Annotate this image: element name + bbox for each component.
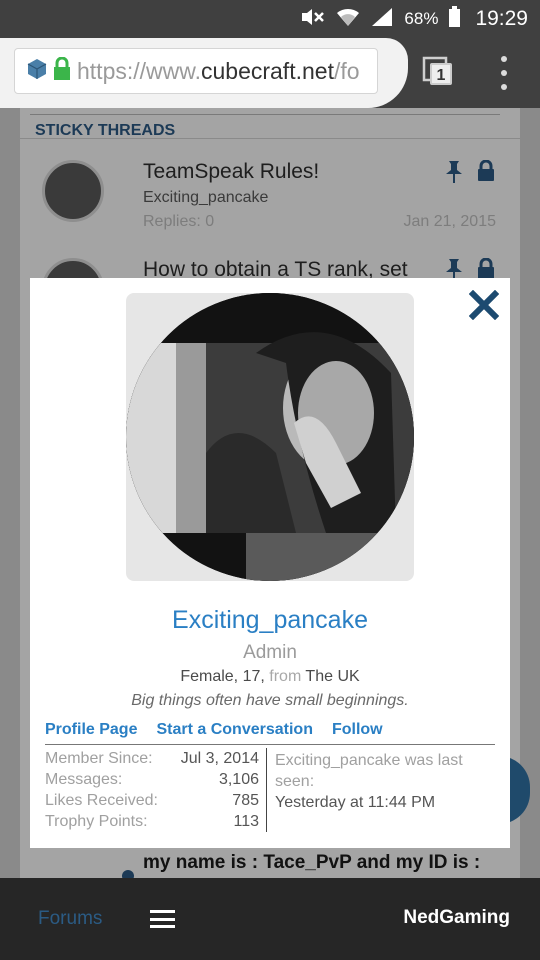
profile-role: Admin (243, 642, 297, 663)
profile-details: Female, 17, from The UK (180, 668, 360, 685)
signal-icon (370, 6, 394, 33)
member-card-modal: Exciting_pancake Admin Female, 17, from … (30, 278, 510, 848)
thread-title[interactable]: my name is : Tace_PvP and my ID is : (143, 852, 480, 874)
profile-links: Profile Page Start a Conversation Follow (45, 721, 495, 745)
profile-status-quote: Big things often have small beginnings. (131, 692, 409, 709)
start-conversation-link[interactable]: Start a Conversation (156, 721, 312, 744)
follow-link[interactable]: Follow (332, 721, 383, 744)
tab-switcher-button[interactable]: 1 (422, 56, 454, 88)
locked-icon (476, 159, 496, 187)
secure-lock-icon (53, 56, 71, 86)
profile-username[interactable]: Exciting_pancake (30, 606, 510, 635)
hamburger-menu-icon[interactable] (150, 910, 175, 928)
mute-icon (300, 7, 326, 32)
last-seen-time: Yesterday at 11:44 PM (275, 794, 436, 811)
site-cube-icon (27, 58, 47, 85)
wifi-icon (336, 6, 360, 33)
close-icon[interactable] (468, 289, 500, 321)
divider (30, 114, 500, 115)
stat-row: Member Since: Jul 3, 2014 (45, 750, 259, 767)
profile-avatar-frame (126, 293, 414, 581)
profile-stats: Member Since: Jul 3, 2014 Messages: 3,106 … (45, 750, 267, 834)
tab-count: 1 (430, 63, 452, 85)
thread-author[interactable]: Exciting_pancake (143, 189, 268, 207)
bottom-nav: Forums NedGaming (0, 878, 540, 960)
thread-title[interactable]: TeamSpeak Rules! (143, 160, 319, 184)
avatar[interactable] (42, 160, 104, 222)
url-text: https://www.cubecraft.net/fo (77, 57, 360, 84)
clock: 19:29 (475, 7, 528, 30)
last-seen-label: Exciting_pancake was last seen: (275, 752, 463, 790)
battery-icon (448, 5, 461, 33)
browser-toolbar: https://www.cubecraft.net/fo 1 (0, 38, 540, 108)
nav-forums-link[interactable]: Forums (38, 908, 102, 930)
battery-percent: 68% (404, 9, 439, 28)
stat-row: Messages: 3,106 (45, 771, 259, 788)
thread-date: Jan 21, 2015 (403, 213, 496, 230)
urlbar-container: https://www.cubecraft.net/fo (0, 38, 408, 108)
thread-replies: Replies: 0 (143, 213, 215, 230)
pin-icon (444, 160, 464, 189)
last-seen: Exciting_pancake was last seen: Yesterda… (275, 750, 495, 813)
status-bar: 68% 19:29 (0, 0, 540, 38)
stat-row: Likes Received: 785 (45, 792, 259, 809)
overflow-menu-icon[interactable] (496, 56, 512, 90)
thread-item[interactable]: TeamSpeak Rules! Exciting_pancake Replie… (20, 148, 520, 244)
profile-page-link[interactable]: Profile Page (45, 721, 137, 744)
divider (20, 138, 520, 139)
address-bar[interactable]: https://www.cubecraft.net/fo (14, 48, 378, 94)
divider (266, 748, 267, 832)
stat-row: Trophy Points: 113 (45, 813, 259, 830)
nav-username[interactable]: NedGaming (403, 907, 510, 929)
profile-avatar[interactable] (126, 293, 414, 581)
